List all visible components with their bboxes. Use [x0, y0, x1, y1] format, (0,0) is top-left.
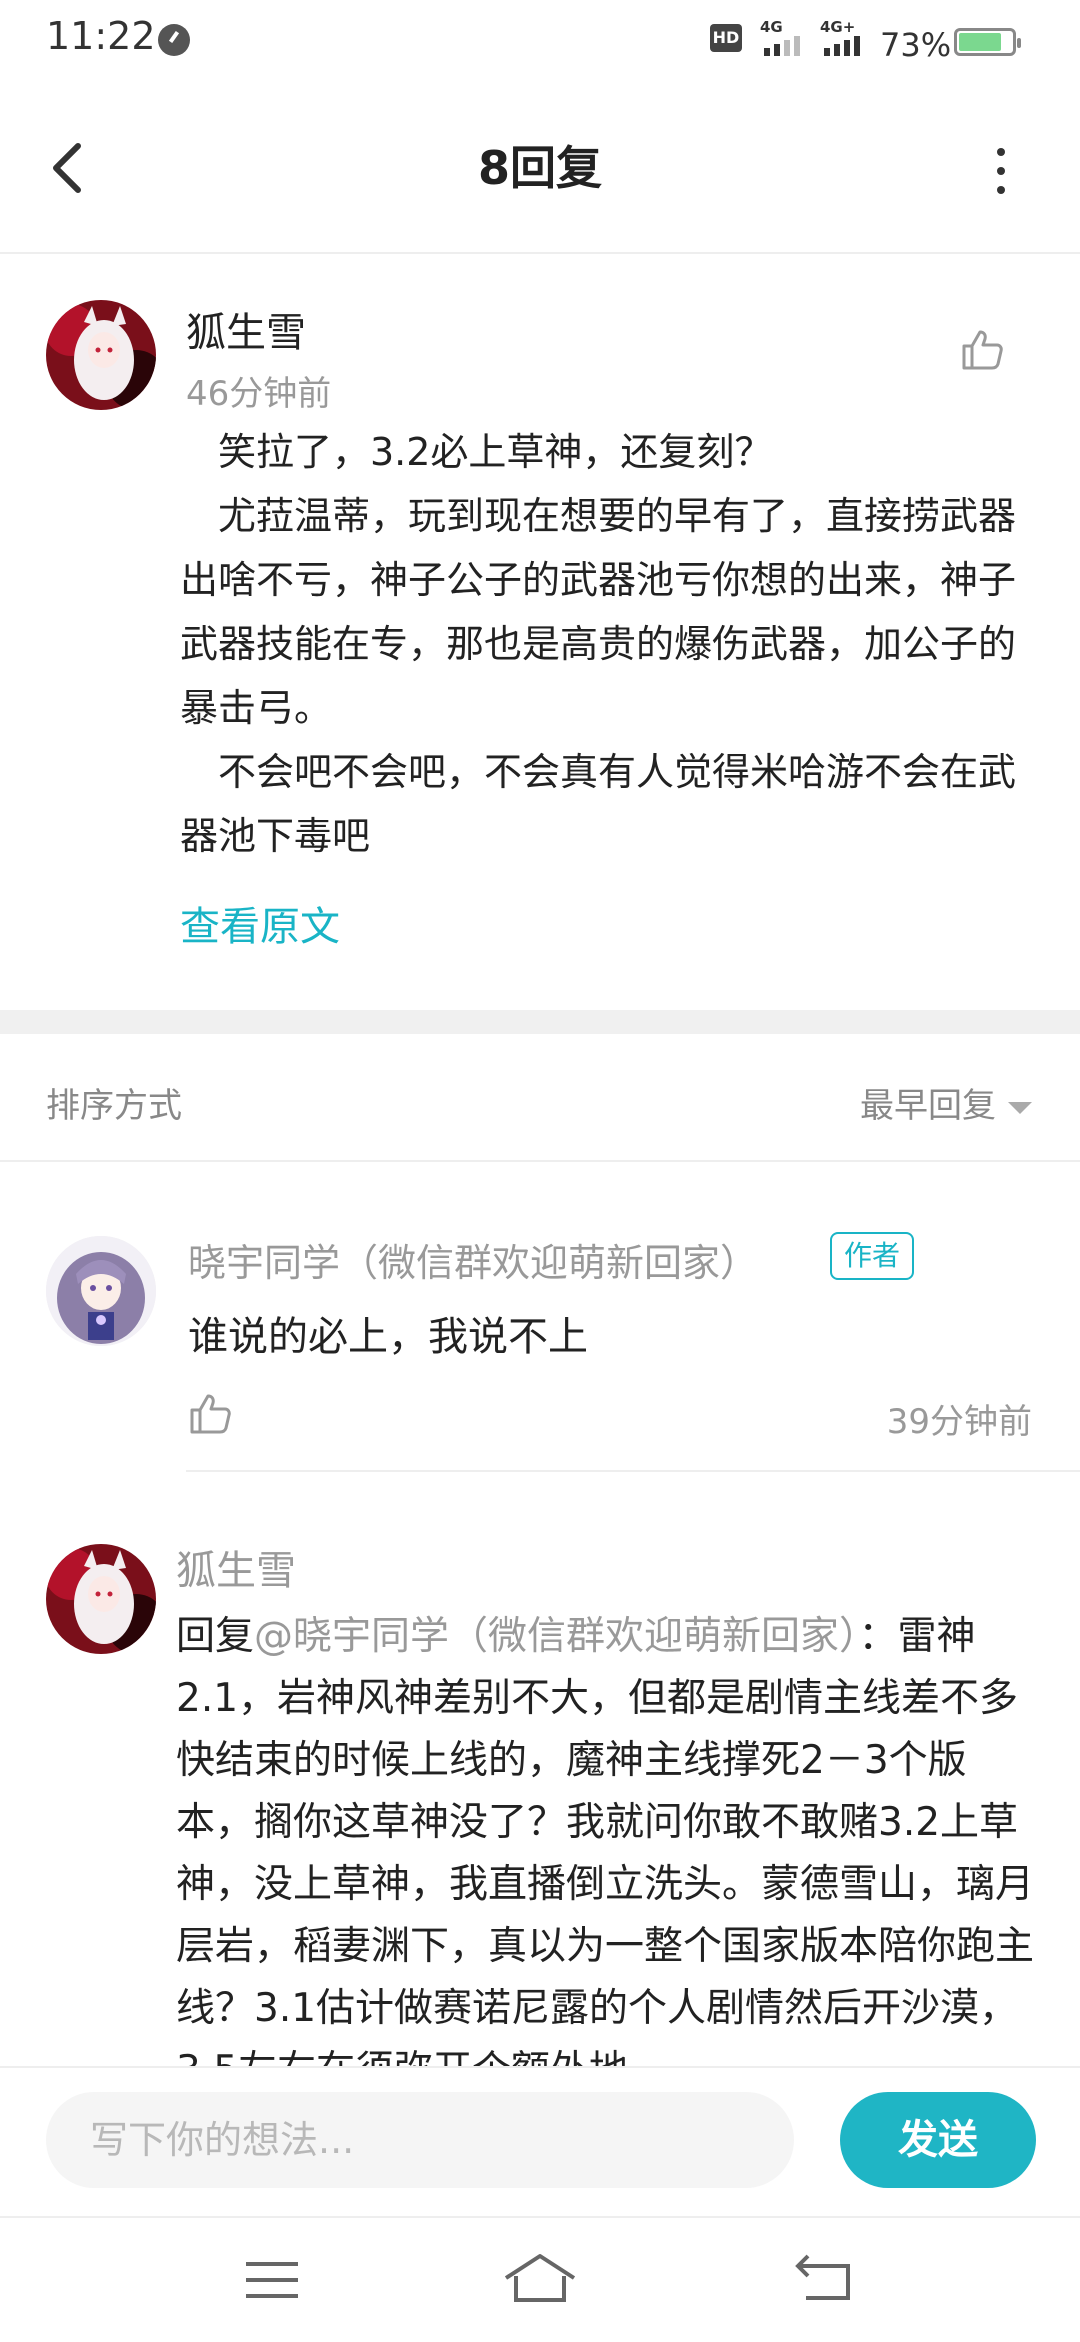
more-dot-icon: [997, 148, 1005, 156]
status-bar: 11:22 HD 4G 4G+ 73%: [0, 0, 1080, 90]
avatar[interactable]: [46, 300, 156, 410]
more-options-button[interactable]: [980, 136, 1020, 206]
divider: [186, 1470, 1080, 1472]
more-dot-icon: [997, 167, 1005, 175]
home-icon: [504, 2254, 576, 2302]
post-paragraph: 尤菈温蒂，玩到现在想要的早有了，直接捞武器出啥不亏，神子公子的武器池亏你想的出来…: [180, 494, 1017, 730]
post-paragraph: 笑拉了，3.2必上草神，还复刻？: [218, 430, 773, 474]
avatar-image: [46, 1236, 156, 1346]
reply-text: 回复@晓宇同学（微信群欢迎萌新回家）：雷神2.1，岩神风神差别不大，但都是剧情主…: [176, 1606, 1040, 2066]
avatar-image: [46, 1544, 156, 1654]
battery-percent: 73%: [880, 26, 952, 64]
battery-icon: [954, 28, 1021, 56]
reply-content: ：雷神2.1，岩神风神差别不大，但都是剧情主线差不多快结束的时候上线的，魔神主线…: [176, 1614, 1035, 2066]
back-nav-button[interactable]: [784, 2250, 864, 2310]
more-dot-icon: [997, 186, 1005, 194]
status-time: 11:22: [46, 14, 156, 58]
sort-selected-value: 最早回复: [860, 1086, 996, 1126]
sort-label: 排序方式: [46, 1086, 182, 1126]
author-badge: 作者: [830, 1232, 915, 1280]
thumbs-up-icon: [190, 1394, 231, 1434]
divider: [0, 1160, 1080, 1162]
signal-sim2-icon: 4G+: [820, 18, 870, 56]
home-nav-button[interactable]: [500, 2250, 580, 2310]
post-paragraph: 不会吧不会吧，不会真有人觉得米哈游不会在武器池下毒吧: [180, 750, 1017, 858]
reply-author[interactable]: 晓宇同学（微信群欢迎萌新回家）: [188, 1232, 758, 1287]
sim1-label: 4G: [760, 18, 783, 36]
reply-text: 谁说的必上，我说不上: [188, 1314, 588, 1360]
view-original-link[interactable]: 查看原文: [180, 894, 340, 952]
caret-down-icon: [1008, 1101, 1032, 1114]
post-body: 笑拉了，3.2必上草神，还复刻？ 尤菈温蒂，玩到现在想要的早有了，直接捞武器出啥…: [180, 420, 1040, 868]
notification-icon: [158, 24, 190, 56]
sim2-label: 4G+: [820, 18, 856, 36]
post-time: 46分钟前: [186, 374, 332, 414]
avatar[interactable]: [46, 1236, 156, 1346]
signal-sim1-icon: 4G: [760, 18, 804, 56]
post-author[interactable]: 狐生雪: [186, 300, 306, 358]
section-divider: [0, 1010, 1080, 1034]
thumbs-up-icon: [962, 330, 1003, 370]
system-nav-bar: [0, 2216, 1080, 2342]
avatar-image: [46, 300, 156, 410]
hd-voice-icon: HD: [710, 24, 742, 52]
return-icon: [795, 2254, 850, 2300]
reply-author[interactable]: 狐生雪: [176, 1538, 296, 1596]
sort-dropdown[interactable]: 最早回复: [860, 1078, 1032, 1127]
post-like-button[interactable]: [958, 326, 1006, 374]
menu-icon: [246, 2262, 298, 2298]
header: 8回复: [0, 90, 1080, 254]
avatar[interactable]: [46, 1544, 156, 1654]
mention-link[interactable]: @晓宇同学（微信群欢迎萌新回家）: [254, 1614, 859, 1659]
menu-nav-button[interactable]: [232, 2250, 312, 2310]
send-button[interactable]: 发送: [840, 2092, 1036, 2188]
comment-input[interactable]: [46, 2092, 794, 2188]
reply-like-button[interactable]: [186, 1390, 234, 1438]
reply-prefix: 回复: [176, 1614, 255, 1659]
page-title: 8回复: [477, 141, 602, 195]
comment-composer: 发送: [0, 2066, 1080, 2218]
reply-time: 39分钟前: [886, 1402, 1032, 1442]
